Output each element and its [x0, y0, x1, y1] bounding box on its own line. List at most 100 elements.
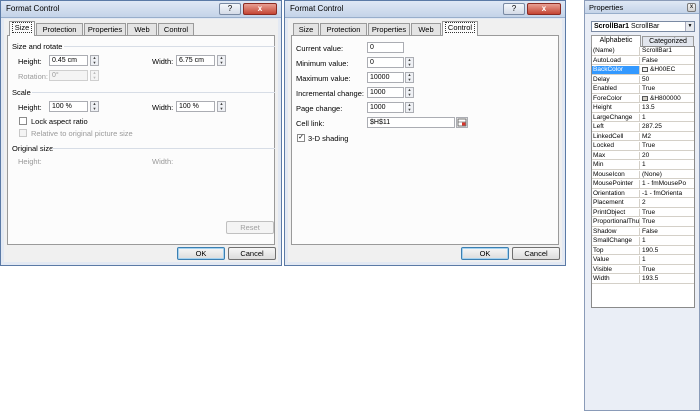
height-spinner[interactable]: ▲ ▼: [90, 55, 99, 66]
ok-button[interactable]: OK: [177, 247, 225, 260]
close-button[interactable]: x: [687, 3, 696, 12]
property-value[interactable]: True: [642, 209, 694, 217]
property-row[interactable]: PrintObject True: [592, 208, 694, 218]
relative-original-checkbox[interactable]: [19, 129, 27, 137]
tab-size[interactable]: Size: [9, 21, 35, 36]
property-row[interactable]: ForeColor &H800000: [592, 94, 694, 104]
property-row[interactable]: MousePointer 1 - fmMousePo: [592, 180, 694, 189]
property-row[interactable]: Placement 2: [592, 199, 694, 208]
cancel-button[interactable]: Cancel: [512, 247, 560, 260]
property-value[interactable]: &H800000: [642, 95, 694, 103]
tab-web[interactable]: Web: [127, 23, 157, 35]
tab-web[interactable]: Web: [411, 23, 441, 35]
scale-width-spinner[interactable]: ▲ ▼: [217, 101, 226, 112]
property-value-text: 287.25: [642, 123, 662, 130]
chevron-down-icon[interactable]: ▼: [685, 22, 694, 31]
property-value[interactable]: &H00EC: [642, 66, 694, 74]
property-row[interactable]: Locked True: [592, 142, 694, 151]
current-value-input[interactable]: 0: [367, 42, 404, 53]
cancel-button[interactable]: Cancel: [228, 247, 276, 260]
object-selector[interactable]: ScrollBar1 ScrollBar ▼: [591, 21, 695, 32]
minimum-value-spinner[interactable]: ▲ ▼: [405, 57, 414, 68]
property-value[interactable]: True: [642, 85, 694, 93]
property-value[interactable]: 1: [642, 161, 694, 169]
property-value[interactable]: 20: [642, 152, 694, 160]
rotation-spinner[interactable]: ▲ ▼: [90, 70, 99, 81]
lock-aspect-checkbox[interactable]: [19, 117, 27, 125]
tab-alphabetic[interactable]: Alphabetic: [591, 35, 641, 47]
property-row[interactable]: Visible True: [592, 265, 694, 275]
page-change-spinner[interactable]: ▲ ▼: [405, 102, 414, 113]
width-input[interactable]: 6.75 cm: [176, 55, 215, 66]
incremental-change-spinner[interactable]: ▲ ▼: [405, 87, 414, 98]
help-button[interactable]: ?: [503, 3, 525, 15]
property-row[interactable]: ProportionalThu True: [592, 218, 694, 227]
property-value[interactable]: 1: [642, 256, 694, 264]
property-value[interactable]: ScrollBar1: [642, 47, 694, 55]
scale-height-spinner[interactable]: ▲ ▼: [90, 101, 99, 112]
tab-properties[interactable]: Properties: [84, 23, 126, 35]
property-value[interactable]: M2: [642, 133, 694, 141]
property-row[interactable]: Min 1: [592, 161, 694, 170]
help-button[interactable]: ?: [219, 3, 241, 15]
property-row[interactable]: LinkedCell M2: [592, 132, 694, 142]
property-value[interactable]: 190.5: [642, 247, 694, 255]
tab-protection[interactable]: Protection: [36, 23, 83, 35]
close-button[interactable]: x: [527, 3, 561, 15]
property-value[interactable]: 1: [642, 237, 694, 245]
property-value[interactable]: False: [642, 228, 694, 236]
rotation-input[interactable]: 0°: [49, 70, 88, 81]
property-value[interactable]: True: [642, 266, 694, 274]
cell-link-input[interactable]: $H$11: [367, 117, 455, 128]
tab-protection[interactable]: Protection: [320, 23, 367, 35]
tab-control[interactable]: Control: [442, 21, 478, 36]
property-row[interactable]: Top 190.5: [592, 246, 694, 256]
scale-height-input[interactable]: 100 %: [49, 101, 88, 112]
property-value[interactable]: -1 - fmOrienta: [642, 190, 694, 198]
property-row[interactable]: LargeChange 1: [592, 113, 694, 123]
close-button[interactable]: x: [243, 3, 277, 15]
tab-properties[interactable]: Properties: [368, 23, 410, 35]
minimum-value-input[interactable]: 0: [367, 57, 404, 68]
property-grid: (Name) ScrollBar1 AutoLoad False BackColor &H…: [591, 46, 695, 308]
property-row[interactable]: Delay 50: [592, 75, 694, 85]
property-value[interactable]: 1: [642, 114, 694, 122]
scale-width-input[interactable]: 100 %: [176, 101, 215, 112]
property-row[interactable]: SmallChange 1: [592, 237, 694, 246]
property-row[interactable]: AutoLoad False: [592, 56, 694, 66]
property-row[interactable]: Shadow False: [592, 227, 694, 237]
3d-shading-checkbox[interactable]: ✓: [297, 134, 305, 142]
property-row[interactable]: (Name) ScrollBar1: [592, 47, 694, 56]
property-value[interactable]: 2: [642, 199, 694, 207]
property-row[interactable]: Enabled True: [592, 85, 694, 94]
property-value[interactable]: 287.25: [642, 123, 694, 131]
maximum-value-input[interactable]: 10000: [367, 72, 404, 83]
property-row[interactable]: Value 1: [592, 256, 694, 265]
height-input[interactable]: 0.45 cm: [49, 55, 88, 66]
page-change-input[interactable]: 1000: [367, 102, 404, 113]
property-row[interactable]: Max 20: [592, 151, 694, 161]
width-spinner[interactable]: ▲ ▼: [217, 55, 226, 66]
property-value[interactable]: 1 - fmMousePo: [642, 180, 694, 188]
range-select-button[interactable]: [456, 117, 468, 128]
property-row[interactable]: Width 193.5: [592, 275, 694, 284]
tab-control[interactable]: Control: [158, 23, 194, 35]
property-row[interactable]: Height 13.5: [592, 104, 694, 113]
property-value[interactable]: 50: [642, 76, 694, 84]
property-row[interactable]: Left 287.25: [592, 123, 694, 132]
property-row[interactable]: BackColor &H00EC: [592, 66, 694, 75]
ok-button[interactable]: OK: [461, 247, 509, 260]
property-value[interactable]: True: [642, 218, 694, 226]
property-row[interactable]: MouseIcon (None): [592, 170, 694, 180]
property-value[interactable]: 193.5: [642, 275, 694, 283]
reset-button[interactable]: Reset: [226, 221, 274, 234]
property-value[interactable]: True: [642, 142, 694, 150]
property-value[interactable]: (None): [642, 171, 694, 179]
incremental-change-input[interactable]: 1000: [367, 87, 404, 98]
property-value[interactable]: False: [642, 57, 694, 65]
maximum-value-spinner[interactable]: ▲ ▼: [405, 72, 414, 83]
property-row[interactable]: Orientation -1 - fmOrienta: [592, 189, 694, 199]
property-value-text: True: [642, 208, 656, 216]
tab-size[interactable]: Size: [293, 23, 319, 35]
property-value[interactable]: 13.5: [642, 104, 694, 112]
